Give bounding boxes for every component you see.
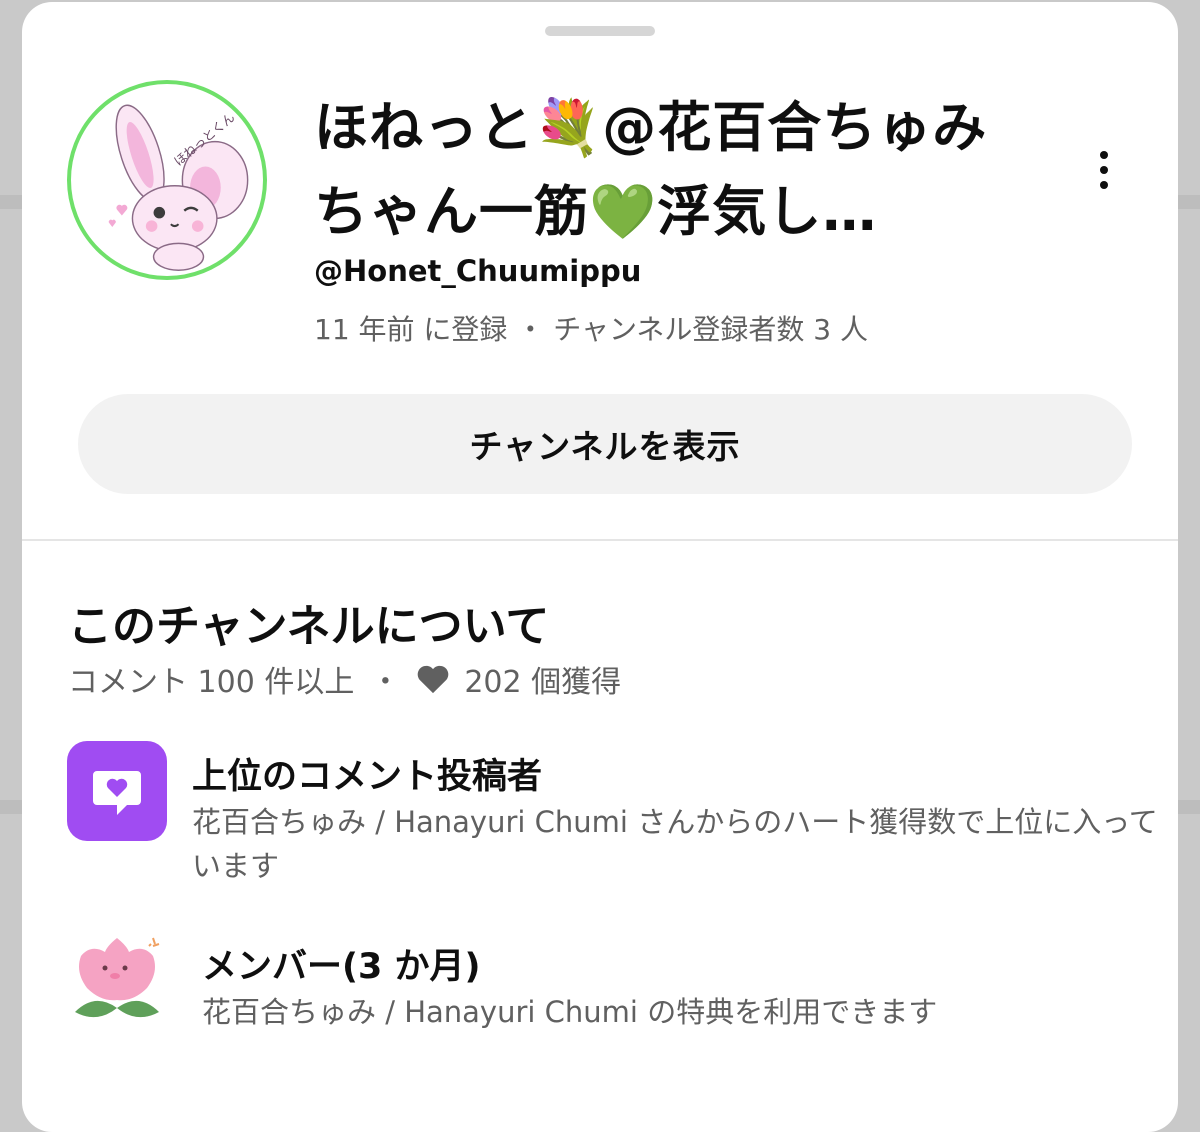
drag-handle[interactable] <box>545 26 655 36</box>
member-badge <box>67 932 167 1032</box>
channel-handle: @Honet_Chuumippu <box>314 254 642 288</box>
bunny-avatar-icon: ほねっとくん <box>108 104 249 271</box>
view-channel-button[interactable]: チャンネルを表示 <box>78 394 1132 494</box>
more-options-button[interactable] <box>1086 142 1122 198</box>
heart-icon <box>418 665 449 694</box>
about-stats: コメント 100 件以上 ・ 202 個獲得 <box>68 657 621 701</box>
badge-description: 花百合ちゅみ / Hanayuri Chumi さんからのハート獲得数で上位に入… <box>192 805 1158 883</box>
channel-meta: 11 年前 に登録 ・ チャンネル登録者数 3 人 <box>314 313 869 346</box>
about-section-title: このチャンネルについて <box>68 601 550 652</box>
stats-separator: ・ <box>370 665 401 700</box>
section-divider <box>22 539 1178 541</box>
top-commenter-badge <box>67 741 167 841</box>
pink-flower-icon <box>75 937 160 1018</box>
avatar[interactable]: ほねっとくん <box>67 80 267 280</box>
badge-title: 上位のコメント投稿者 <box>192 757 543 797</box>
more-dot-icon <box>1100 166 1108 174</box>
more-dot-icon <box>1100 151 1108 159</box>
heart-count: 202 個獲得 <box>464 665 622 700</box>
heart-comment-icon <box>93 771 141 815</box>
channel-bottom-sheet: ほねっとくん ほねっと💐@花百合ちゅみちゃん一筋💚浮気し… @Honet_Chu… <box>22 2 1178 1132</box>
badge-title: メンバー(3 か月) <box>202 947 481 987</box>
more-dot-icon <box>1100 181 1108 189</box>
channel-name: ほねっと💐@花百合ちゅみちゃん一筋💚浮気し… <box>314 96 988 243</box>
comment-count: コメント 100 件以上 <box>68 665 355 700</box>
badge-description: 花百合ちゅみ / Hanayuri Chumi の特典を利用できます <box>202 995 938 1029</box>
